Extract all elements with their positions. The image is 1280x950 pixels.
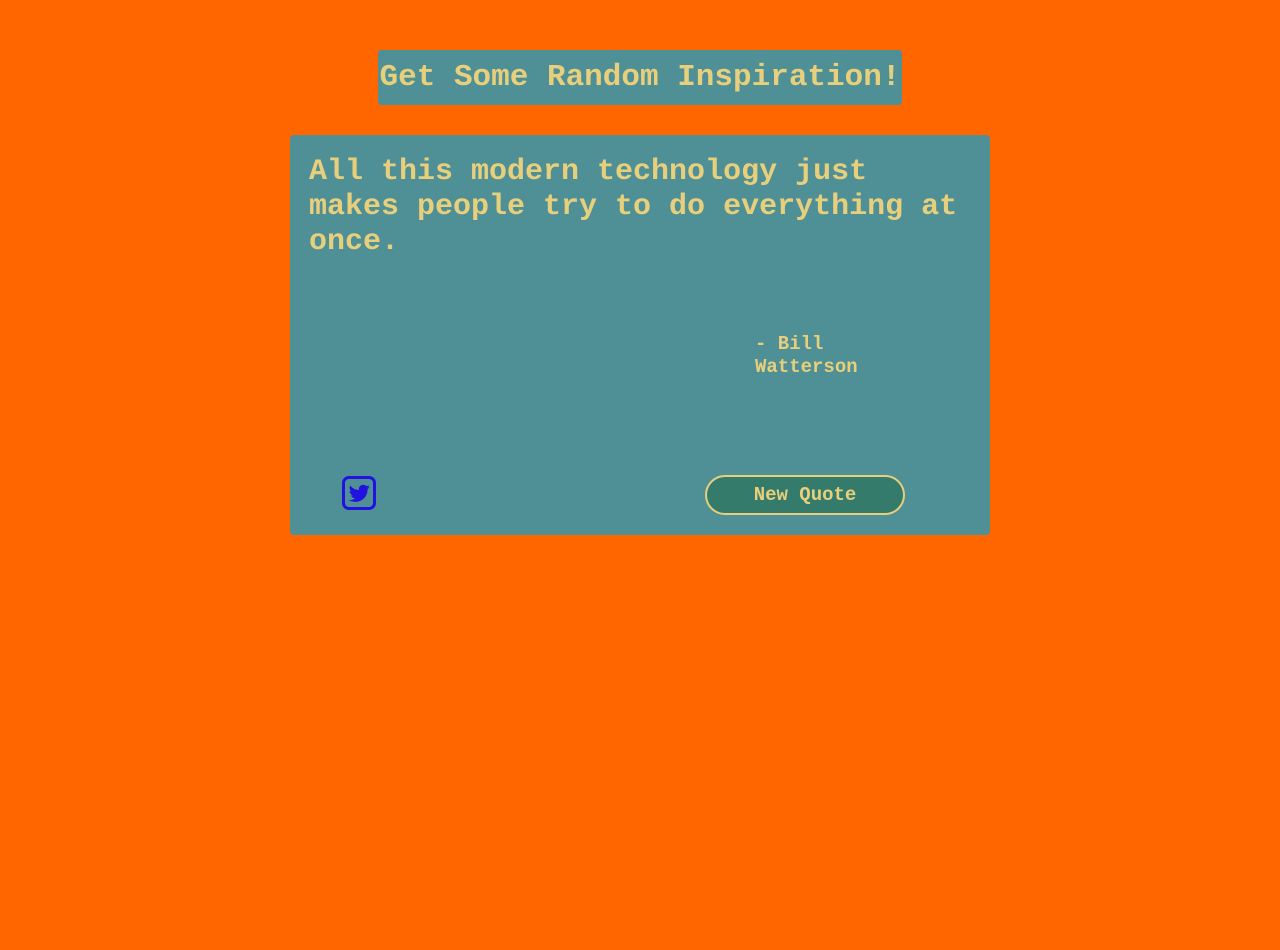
quote-text: All this modern technology just makes pe…	[309, 155, 958, 259]
new-quote-button[interactable]: New Quote	[705, 475, 905, 515]
quote-author: - Bill Watterson	[755, 333, 858, 378]
twitter-icon	[348, 484, 370, 503]
page-title: Get Some Random Inspiration!	[378, 50, 902, 105]
tweet-quote-button[interactable]	[342, 476, 376, 510]
page: Get Some Random Inspiration! All this mo…	[0, 0, 1280, 950]
quote-box: All this modern technology just makes pe…	[290, 135, 990, 535]
